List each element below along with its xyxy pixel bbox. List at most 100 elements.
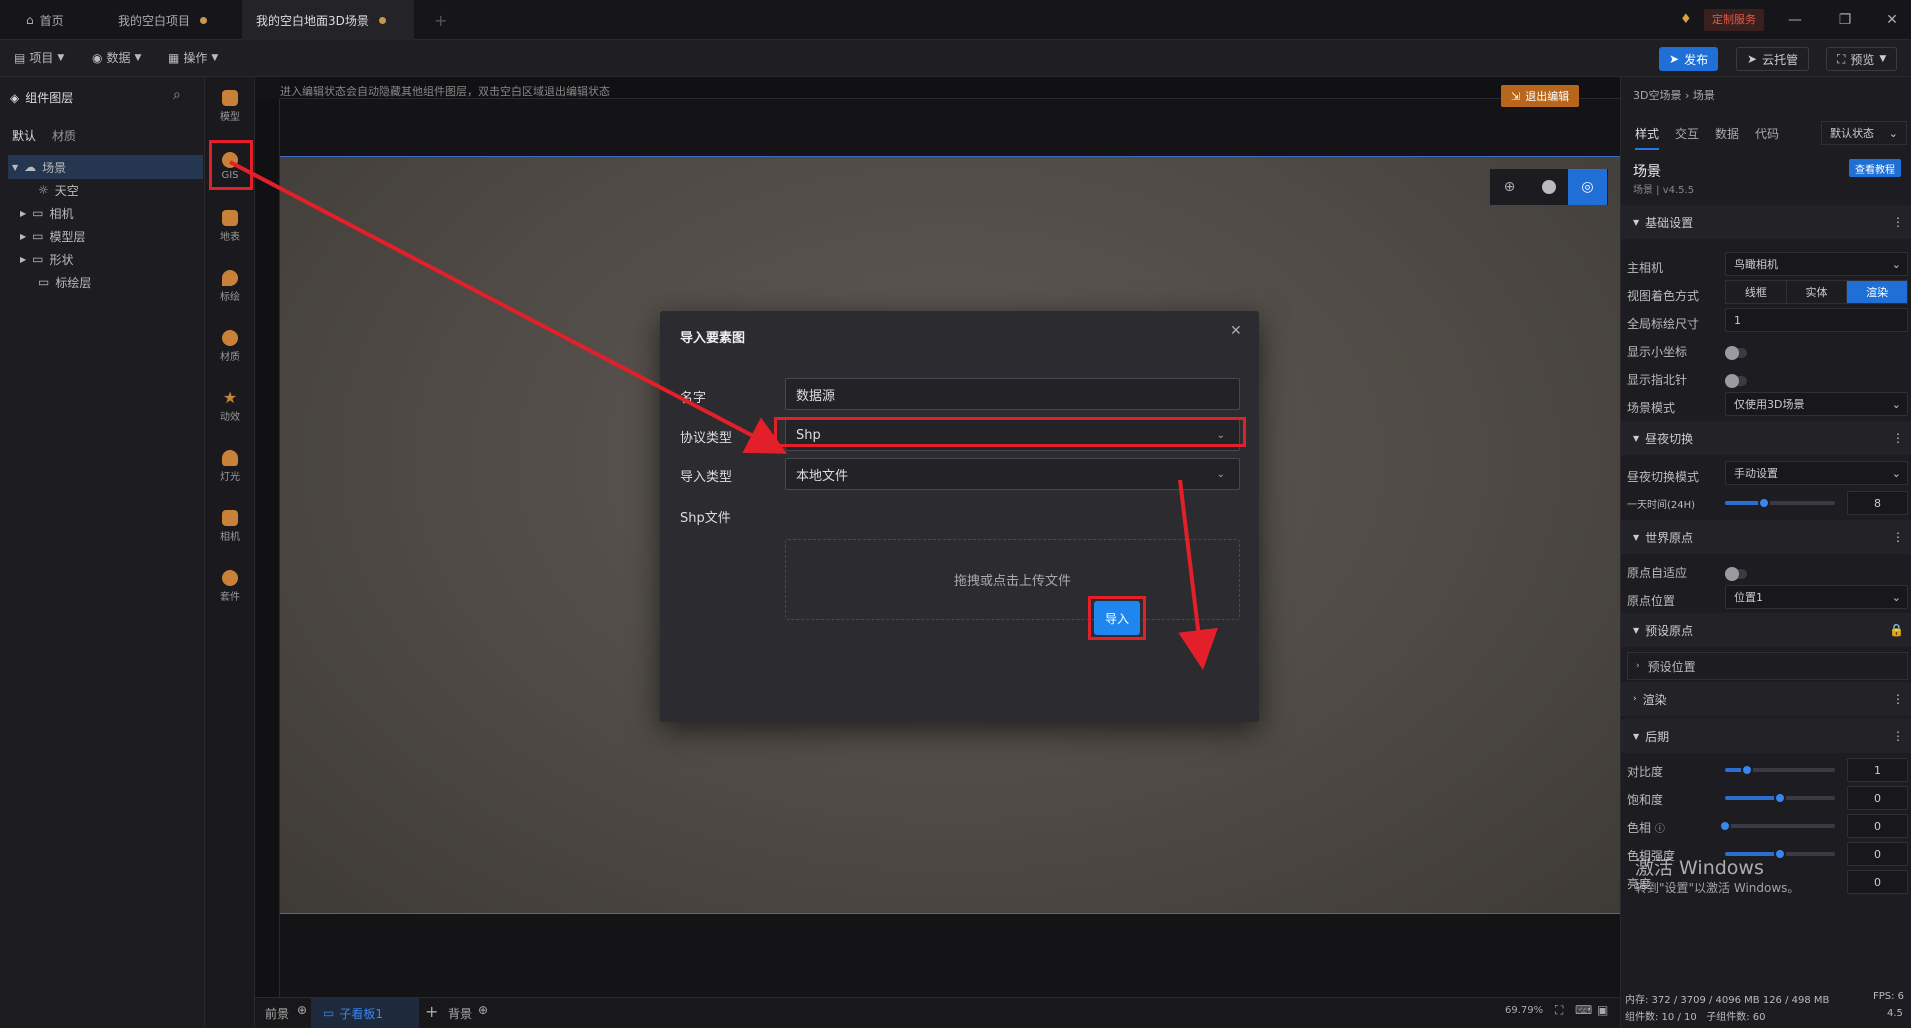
help-icon[interactable]: ⓘ — [1655, 824, 1665, 835]
tab-style[interactable]: 样式 — [1635, 125, 1660, 150]
add-circle-icon[interactable]: ⊕ — [478, 1003, 488, 1017]
restore-icon[interactable]: ❐ — [1835, 10, 1855, 30]
strip-material[interactable]: 材质 — [205, 321, 255, 371]
wireframe-view-icon[interactable]: ⊕ — [1490, 169, 1529, 205]
search-icon[interactable]: ⌕ — [173, 87, 181, 103]
main-camera-select[interactable]: 鸟瞰相机 ⌄ — [1725, 252, 1908, 276]
slider-knob[interactable] — [1719, 820, 1731, 832]
strip-effect[interactable]: ★ 动效 — [205, 381, 255, 431]
section-preset[interactable]: ▼ 预设原点 🔒 — [1621, 613, 1911, 647]
contrast-slider[interactable] — [1725, 764, 1835, 776]
custom-service-button[interactable]: 定制服务 — [1704, 9, 1764, 31]
tab-project[interactable]: 我的空白项目 — [104, 0, 221, 40]
day-time-input[interactable]: 8 — [1847, 491, 1908, 515]
close-icon[interactable]: ✕ — [1882, 10, 1902, 30]
solid-view-icon[interactable] — [1529, 169, 1568, 205]
import-type-select[interactable]: 本地文件 ⌄ — [785, 458, 1240, 490]
view-mode-solid[interactable]: 实体 — [1787, 281, 1848, 303]
add-circle-icon[interactable]: ⊕ — [297, 1003, 307, 1017]
cloud-host-button[interactable]: ➤ 云托管 — [1736, 47, 1810, 71]
more-icon[interactable]: ⋮ — [1892, 530, 1904, 544]
menu-data[interactable]: ◉ 数据 ▼ — [92, 49, 141, 66]
section-origin[interactable]: ▼ 世界原点 ⋮ — [1621, 520, 1911, 554]
layer-item-model[interactable]: ▶ ▭ 模型层 — [8, 224, 203, 248]
origin-adapt-toggle[interactable] — [1725, 567, 1747, 581]
keyboard-icon[interactable]: ⌨ — [1575, 1003, 1592, 1017]
publish-button[interactable]: ➤ 发布 — [1659, 47, 1719, 71]
add-icon[interactable]: + — [425, 1002, 438, 1021]
name-label: 名字 — [680, 391, 707, 406]
publish-label: 发布 — [1684, 52, 1709, 67]
hue-slider[interactable] — [1719, 820, 1835, 832]
daynight-mode-select[interactable]: 手动设置 ⌄ — [1725, 461, 1908, 485]
slider-knob[interactable] — [1774, 848, 1786, 860]
fit-screen-icon[interactable]: ⛶ — [1555, 1003, 1563, 1018]
section-daynight[interactable]: ▼ 昼夜切换 ⋮ — [1621, 421, 1911, 455]
tab-home[interactable]: ⌂ 首页 — [12, 0, 78, 40]
subboard-tab[interactable]: ▭ 子看板1 — [311, 998, 419, 1028]
minimize-icon[interactable]: — — [1785, 10, 1805, 30]
more-icon[interactable]: ⋮ — [1892, 729, 1904, 743]
close-icon[interactable]: ✕ — [1230, 323, 1242, 339]
global-marker-input[interactable]: 1 — [1725, 308, 1908, 332]
tab-data[interactable]: 数据 — [1715, 125, 1739, 142]
strip-kit[interactable]: 套件 — [205, 561, 255, 611]
layer-item-sky[interactable]: ☼ 天空 — [8, 178, 203, 202]
tutorial-button[interactable]: 查看教程 — [1849, 159, 1901, 177]
view-mode-wireframe[interactable]: 线框 — [1726, 281, 1787, 303]
menu-project[interactable]: ▤ 项目 ▼ — [14, 49, 64, 66]
layer-item-scene[interactable]: ▼ ☁ 场景 — [8, 155, 203, 179]
render-view-icon[interactable]: ◎ — [1568, 169, 1607, 205]
strip-light[interactable]: 灯光 — [205, 441, 255, 491]
saturation-slider[interactable] — [1725, 792, 1835, 804]
more-icon[interactable]: ⋮ — [1892, 431, 1904, 445]
more-icon[interactable]: ⋮ — [1892, 692, 1904, 706]
section-title: 世界原点 — [1645, 530, 1694, 545]
tab-home-label: 首页 — [39, 13, 64, 28]
add-tab-button[interactable]: + — [420, 0, 461, 40]
day-time-slider[interactable] — [1725, 497, 1835, 509]
tab-interaction[interactable]: 交互 — [1675, 125, 1699, 142]
lock-icon[interactable]: 🔒 — [1889, 623, 1904, 637]
preset-position-row[interactable]: › 预设位置 — [1627, 652, 1908, 680]
name-input[interactable]: 数据源 — [785, 378, 1240, 410]
foreground-tab[interactable]: 前景 — [265, 1005, 289, 1022]
activation-watermark-title: 激活 Windows — [1635, 857, 1764, 879]
saturation-input[interactable]: 0 — [1847, 786, 1908, 810]
preview-button[interactable]: ⛶ 预览 ▼ — [1826, 47, 1898, 71]
show-axis-toggle[interactable] — [1725, 346, 1747, 360]
section-post[interactable]: ▼ 后期 ⋮ — [1621, 719, 1911, 753]
state-select[interactable]: 默认状态 ⌄ — [1821, 121, 1907, 145]
slider-knob[interactable] — [1774, 792, 1786, 804]
tab-code[interactable]: 代码 — [1755, 125, 1779, 142]
strip-marker[interactable]: 标绘 — [205, 261, 255, 311]
layers-tab-material[interactable]: 材质 — [52, 127, 76, 144]
strip-model[interactable]: 模型 — [205, 81, 255, 131]
layer-item-shape[interactable]: ▶ ▭ 形状 — [8, 247, 203, 271]
show-compass-toggle[interactable] — [1725, 374, 1747, 388]
section-render[interactable]: › 渲染 ⋮ — [1621, 682, 1911, 716]
file-upload-area[interactable]: 拖拽或点击上传文件 — [785, 539, 1240, 620]
hue-input[interactable]: 0 — [1847, 814, 1908, 838]
layers-tab-default[interactable]: 默认 — [12, 127, 36, 144]
view-mode-render[interactable]: 渲染 — [1847, 281, 1908, 303]
strip-camera[interactable]: 相机 — [205, 501, 255, 551]
contrast-input[interactable]: 1 — [1847, 758, 1908, 782]
tab-scene[interactable]: 我的空白地面3D场景 — [242, 0, 414, 40]
layer-item-camera[interactable]: ▶ ▭ 相机 — [8, 201, 203, 225]
origin-pos-select[interactable]: 位置1 ⌄ — [1725, 585, 1908, 609]
brightness-input[interactable]: 0 — [1847, 870, 1908, 894]
hue-strength-input[interactable]: 0 — [1847, 842, 1908, 866]
slider-knob[interactable] — [1741, 764, 1753, 776]
layer-item-marker[interactable]: ▭ 标绘层 — [8, 270, 203, 294]
more-icon[interactable]: ⋮ — [1892, 215, 1904, 229]
menu-operate[interactable]: ▦ 操作 ▼ — [168, 49, 218, 66]
strip-terrain[interactable]: 地表 — [205, 201, 255, 251]
terminal-icon[interactable]: ▣ — [1597, 1003, 1608, 1017]
slider-knob[interactable] — [1757, 497, 1770, 509]
background-tab[interactable]: 背景 — [448, 1005, 472, 1022]
section-basic[interactable]: ▼ 基础设置 ⋮ — [1621, 205, 1911, 239]
day-time-label: 一天时间(24H) — [1627, 500, 1696, 511]
exit-edit-button[interactable]: ⇲ 退出编辑 — [1501, 85, 1580, 107]
scene-mode-select[interactable]: 仅使用3D场景 ⌄ — [1725, 392, 1908, 416]
